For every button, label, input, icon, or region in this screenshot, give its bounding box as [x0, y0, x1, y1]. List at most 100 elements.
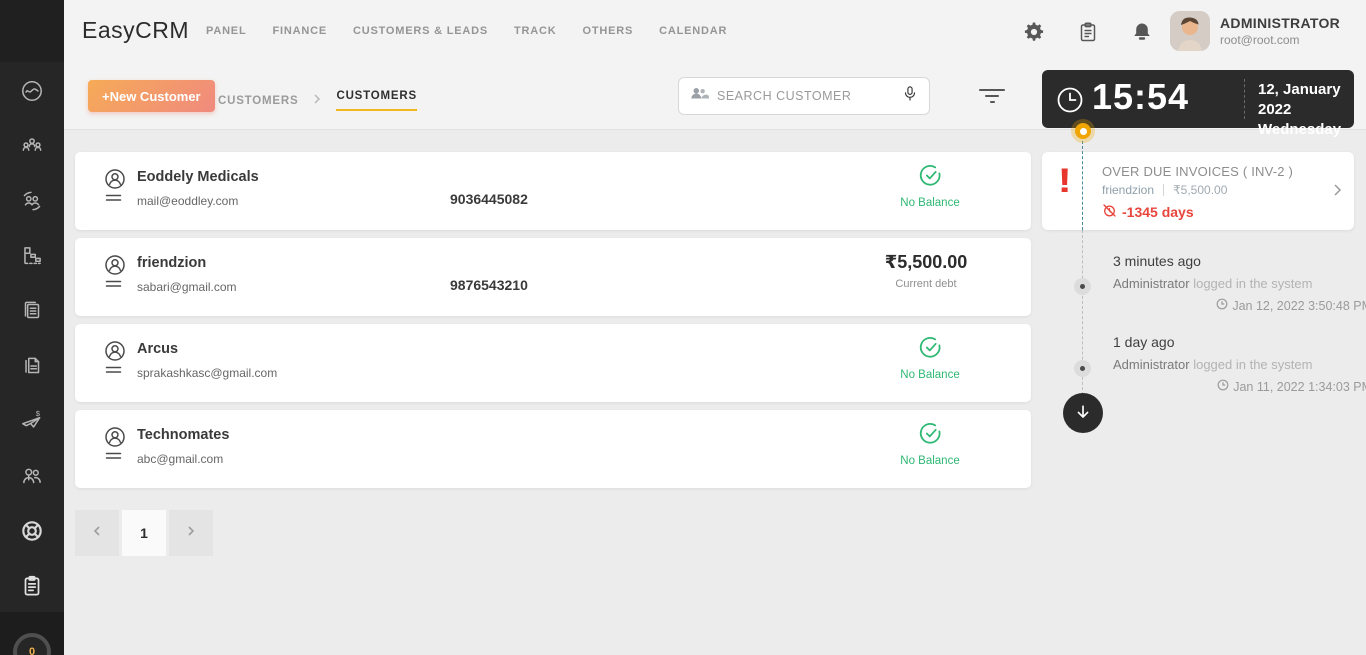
balance-status: No Balance [890, 336, 970, 381]
customer-name: Eoddely Medicals [137, 169, 259, 185]
overdue-invoice-card[interactable]: ! OVER DUE INVOICES ( INV-2 ) friendzion… [1042, 152, 1354, 230]
nav-finance[interactable]: FINANCE [272, 25, 327, 37]
no-balance-label: No Balance [900, 369, 960, 381]
prev-page-button[interactable] [75, 510, 119, 556]
timeline-dot [1074, 278, 1091, 295]
microphone-icon[interactable] [901, 84, 919, 109]
activity-actor: Administrator [1113, 276, 1190, 291]
nav-others[interactable]: OTHERS [583, 25, 634, 37]
customer-email: mail@eoddley.com [137, 194, 239, 208]
timeline-start-marker [1071, 119, 1095, 143]
settings-gear-icon[interactable] [1022, 20, 1046, 44]
customer-name: friendzion [137, 255, 207, 271]
nav-customers-leads[interactable]: CUSTOMERS & LEADS [353, 25, 488, 37]
sidebar-item-leads[interactable] [0, 121, 64, 176]
alert-exclamation-icon: ! [1057, 162, 1072, 200]
app-logo[interactable]: EasyCRM [82, 17, 189, 44]
sidebar-item-customer-relations[interactable] [0, 176, 64, 231]
activity-entry: 3 minutes ago Administrator logged in th… [1113, 253, 1366, 313]
activity-timestamp: Jan 12, 2022 3:50:48 PM [1232, 298, 1366, 313]
debt-amount: ₹5,500.00 [884, 252, 968, 272]
sidebar: $ 0 [0, 0, 64, 655]
tasks-icon [19, 573, 45, 604]
alarm-off-icon [1102, 203, 1117, 221]
sidebar-item-documents[interactable] [0, 341, 64, 396]
timeline-dot [1074, 360, 1091, 377]
customer-card[interactable]: Eoddely Medicals mail@eoddley.com 903644… [75, 152, 1031, 230]
people-icon [689, 85, 710, 107]
scroll-down-button[interactable] [1063, 393, 1103, 433]
expenses-icon: $ [19, 408, 45, 439]
main-nav: PANEL FINANCE CUSTOMERS & LEADS TRACK OT… [206, 25, 727, 37]
support-icon [19, 518, 45, 549]
chevron-right-icon[interactable] [1332, 182, 1342, 203]
activity-time-ago: 1 day ago [1113, 334, 1175, 350]
activity-action: logged in the system [1193, 357, 1313, 372]
search-customer-box [678, 77, 930, 115]
notifications-bell-icon[interactable] [1130, 20, 1154, 44]
contact-icon [95, 424, 135, 473]
new-customer-button[interactable]: +New Customer [88, 80, 215, 112]
divider [1163, 184, 1165, 196]
customer-card[interactable]: Technomates abc@gmail.com No Balance [75, 410, 1031, 488]
activity-action: logged in the system [1193, 276, 1313, 291]
user-menu[interactable]: ADMINISTRATOR root@root.com [1170, 11, 1340, 51]
current-date: 12, January 2022 Wednesday [1258, 80, 1354, 140]
overdue-days: -1345 days [1122, 204, 1194, 220]
chevron-right-icon [312, 92, 322, 110]
header-icons [1022, 20, 1154, 44]
sidebar-item-expenses[interactable]: $ [0, 396, 64, 451]
user-email: root@root.com [1220, 33, 1300, 47]
sidebar-item-reports[interactable] [0, 231, 64, 286]
nav-calendar[interactable]: CALENDAR [659, 25, 727, 37]
breadcrumb-parent[interactable]: CUSTOMERS [218, 95, 298, 107]
notification-count-badge[interactable]: 0 [13, 633, 51, 655]
chevron-right-icon [185, 524, 197, 543]
sidebar-item-dashboard[interactable] [0, 66, 64, 121]
arrow-down-icon [1073, 402, 1093, 425]
customer-name: Arcus [137, 341, 179, 357]
staff-icon [19, 463, 45, 494]
sidebar-top-block [0, 0, 64, 62]
dashboard-icon [19, 78, 45, 109]
sidebar-item-support[interactable] [0, 506, 64, 561]
date-text: 12, January 2022 [1258, 81, 1341, 118]
pagination: 1 [75, 510, 213, 556]
customer-phone: 9036445082 [450, 191, 528, 207]
breadcrumb: CUSTOMERS CUSTOMERS [218, 90, 417, 111]
sidebar-item-tasks[interactable] [0, 561, 64, 616]
customer-name: Technomates [137, 427, 230, 443]
balance-status: No Balance [890, 164, 970, 209]
current-time: 15:54 [1092, 76, 1190, 117]
timeline-line-highlight [1082, 141, 1083, 230]
clock-panel: 15:54 12, January 2022 Wednesday [1042, 70, 1354, 138]
customer-card[interactable]: friendzion sabari@gmail.com 9876543210 ₹… [75, 238, 1031, 316]
activity-entry: 1 day ago Administrator logged in the sy… [1113, 334, 1366, 394]
sidebar-bottom-block: 0 [0, 612, 64, 655]
activity-timestamp: Jan 11, 2022 1:34:03 PM [1233, 379, 1366, 394]
check-circle-icon [919, 337, 942, 363]
debt-label: Current debt [895, 278, 957, 290]
check-circle-icon [919, 165, 942, 191]
page-number[interactable]: 1 [122, 510, 166, 556]
breadcrumb-current[interactable]: CUSTOMERS [336, 90, 417, 111]
customer-card[interactable]: Arcus sprakashkasc@gmail.com No Balance [75, 324, 1031, 402]
notes-clipboard-icon[interactable] [1076, 20, 1100, 44]
clock-divider [1244, 79, 1245, 119]
search-customer-input[interactable] [717, 89, 893, 103]
reports-icon [19, 243, 45, 274]
next-page-button[interactable] [169, 510, 213, 556]
sidebar-item-staff[interactable] [0, 451, 64, 506]
debt-block: ₹5,500.00 Current debt [871, 252, 981, 290]
nav-track[interactable]: TRACK [514, 25, 557, 37]
balance-status: No Balance [890, 422, 970, 467]
filter-icon[interactable] [977, 84, 1007, 108]
contact-icon [95, 166, 135, 215]
sidebar-item-invoices[interactable] [0, 286, 64, 341]
user-name: ADMINISTRATOR [1220, 15, 1341, 31]
activity-time-ago: 3 minutes ago [1113, 253, 1201, 269]
nav-panel[interactable]: PANEL [206, 25, 246, 37]
overdue-title: OVER DUE INVOICES ( INV-2 ) [1102, 164, 1294, 179]
check-circle-icon [919, 423, 942, 449]
customer-email: sabari@gmail.com [137, 280, 237, 294]
